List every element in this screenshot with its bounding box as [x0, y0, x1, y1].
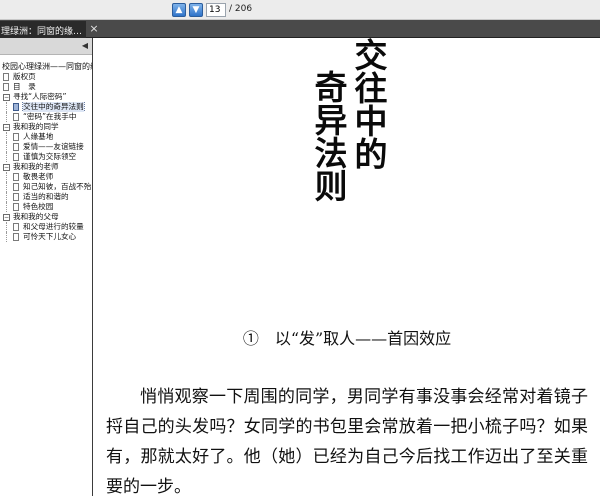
chapter-title-line-1: 交往中的 — [349, 38, 388, 170]
bookmark-label: 我和我的父母 — [13, 212, 59, 221]
page-icon — [13, 193, 19, 201]
page-icon — [13, 113, 19, 121]
bookmark-item[interactable]: 知己知彼，百战不殆 — [0, 182, 92, 192]
bookmark-item[interactable]: 目 录 — [0, 82, 92, 92]
expand-toggle-icon[interactable]: − — [3, 94, 10, 101]
bookmark-label: 目 录 — [13, 82, 36, 91]
bookmark-label: 版权页 — [13, 72, 36, 81]
bookmark-outline: 版权页目 录 − 寻找“人际密码” 交往中的奇异法则 “密码”在我手中 − 我和我的同学 人缘… — [0, 72, 92, 242]
bookmark-label: 和父母进行的较量 — [23, 222, 84, 231]
expand-toggle-icon[interactable]: − — [3, 164, 10, 171]
bookmark-label: 适当的和谐的 — [23, 192, 69, 201]
tree-connector — [6, 192, 7, 202]
page-icon — [13, 153, 19, 161]
tree-connector — [6, 142, 7, 152]
previous-page-button[interactable]: ▲ — [172, 3, 186, 17]
section-heading: ① 以“发”取人——首因效应 — [242, 329, 452, 348]
page-icon — [13, 143, 19, 151]
bookmark-item[interactable]: − 我和我的老师 — [0, 162, 92, 172]
tree-connector — [6, 132, 7, 142]
tree-connector — [6, 152, 7, 162]
bookmarks-panel-header: ◀ — [0, 38, 92, 55]
tree-connector — [6, 202, 7, 212]
bookmark-label: 特色校园 — [23, 202, 54, 211]
document-tab[interactable]: 理绿洲：同窗的缘… — [0, 21, 86, 38]
bookmark-item[interactable]: 和父母进行的较量 — [0, 222, 92, 232]
bookmark-item[interactable]: 人缘基地 — [0, 132, 92, 142]
page-icon — [13, 173, 19, 181]
bookmark-item[interactable]: 适当的和谐的 — [0, 192, 92, 202]
bookmark-label: 人缘基地 — [23, 132, 54, 141]
tree-connector — [6, 102, 7, 112]
arrow-up-icon: ▲ — [175, 4, 183, 15]
bookmark-item[interactable]: 敬畏老师 — [0, 172, 92, 182]
page-icon — [3, 73, 9, 81]
document-tab-bar: 理绿洲：同窗的缘… × — [0, 20, 600, 38]
body-paragraph: 悄悄观察一下周围的同学，男同学有事没事会经常对着镜子捋自己的头发吗？女同学的书包… — [106, 387, 588, 496]
bookmark-label: 我和我的老师 — [13, 162, 59, 171]
bookmark-item[interactable]: 交往中的奇异法则 — [0, 102, 92, 112]
bookmark-item[interactable]: 爱情——友谊链接 — [0, 142, 92, 152]
bookmark-item[interactable]: − 寻找“人际密码” — [0, 92, 92, 102]
page-view[interactable]: 交往中的 奇异法则 ① 以“发”取人——首因效应 悄悄观察一下周围的同学，男同学… — [94, 38, 600, 496]
bookmark-item[interactable]: “密码”在我手中 — [0, 112, 92, 122]
bookmark-item[interactable]: 版权页 — [0, 72, 92, 82]
bookmark-item[interactable]: 可怜天下儿女心 — [0, 232, 92, 242]
chapter-title-line-2: 奇异法则 — [309, 70, 348, 202]
page-icon — [13, 233, 19, 241]
bookmark-root[interactable]: 校园心理绿洲——同窗的缘 — [0, 61, 92, 72]
close-tab-icon[interactable]: × — [88, 22, 100, 35]
expand-toggle-icon[interactable]: − — [3, 124, 10, 131]
bookmark-item[interactable]: − 我和我的同学 — [0, 122, 92, 132]
page-icon — [13, 183, 19, 191]
page-icon — [3, 83, 9, 91]
page-icon — [13, 203, 19, 211]
bookmark-label: 知己知彼，百战不殆 — [23, 182, 92, 191]
chapter-title: 交往中的 奇异法则 — [308, 38, 388, 208]
tree-connector — [6, 232, 7, 242]
bookmark-item[interactable]: − 我和我的父母 — [0, 212, 92, 222]
tree-connector — [6, 112, 7, 122]
page-number-input[interactable] — [206, 3, 226, 17]
bookmark-label: 谨慎为交际领空 — [23, 152, 77, 161]
bookmark-label: 爱情——友谊链接 — [23, 142, 84, 151]
collapse-panel-icon[interactable]: ◀ — [80, 41, 90, 51]
page-icon — [13, 103, 19, 111]
bookmark-label: 交往中的奇异法则 — [22, 102, 85, 112]
bookmark-label: 可怜天下儿女心 — [23, 232, 77, 241]
bookmark-label: 寻找“人际密码” — [13, 92, 67, 101]
bookmark-item[interactable]: 特色校园 — [0, 202, 92, 212]
page-icon — [13, 223, 19, 231]
bookmark-label: 敬畏老师 — [23, 172, 54, 181]
page-total: / 206 — [229, 4, 253, 14]
bookmark-item[interactable]: 谨慎为交际领空 — [0, 152, 92, 162]
toolbar: ▲ ▼ / 206 — [0, 0, 600, 20]
expand-toggle-icon[interactable]: − — [3, 214, 10, 221]
bookmark-label: 我和我的同学 — [13, 122, 59, 131]
tree-connector — [6, 172, 7, 182]
page-icon — [13, 133, 19, 141]
next-page-button[interactable]: ▼ — [189, 3, 203, 17]
tree-connector — [6, 222, 7, 232]
bookmarks-panel: ◀ 校园心理绿洲——同窗的缘 版权页目 录 − 寻找“人际密码” 交往中的奇异法则 “密… — [0, 38, 93, 496]
arrow-down-icon: ▼ — [192, 4, 200, 15]
bookmark-label: “密码”在我手中 — [23, 112, 77, 121]
tree-connector — [6, 182, 7, 192]
